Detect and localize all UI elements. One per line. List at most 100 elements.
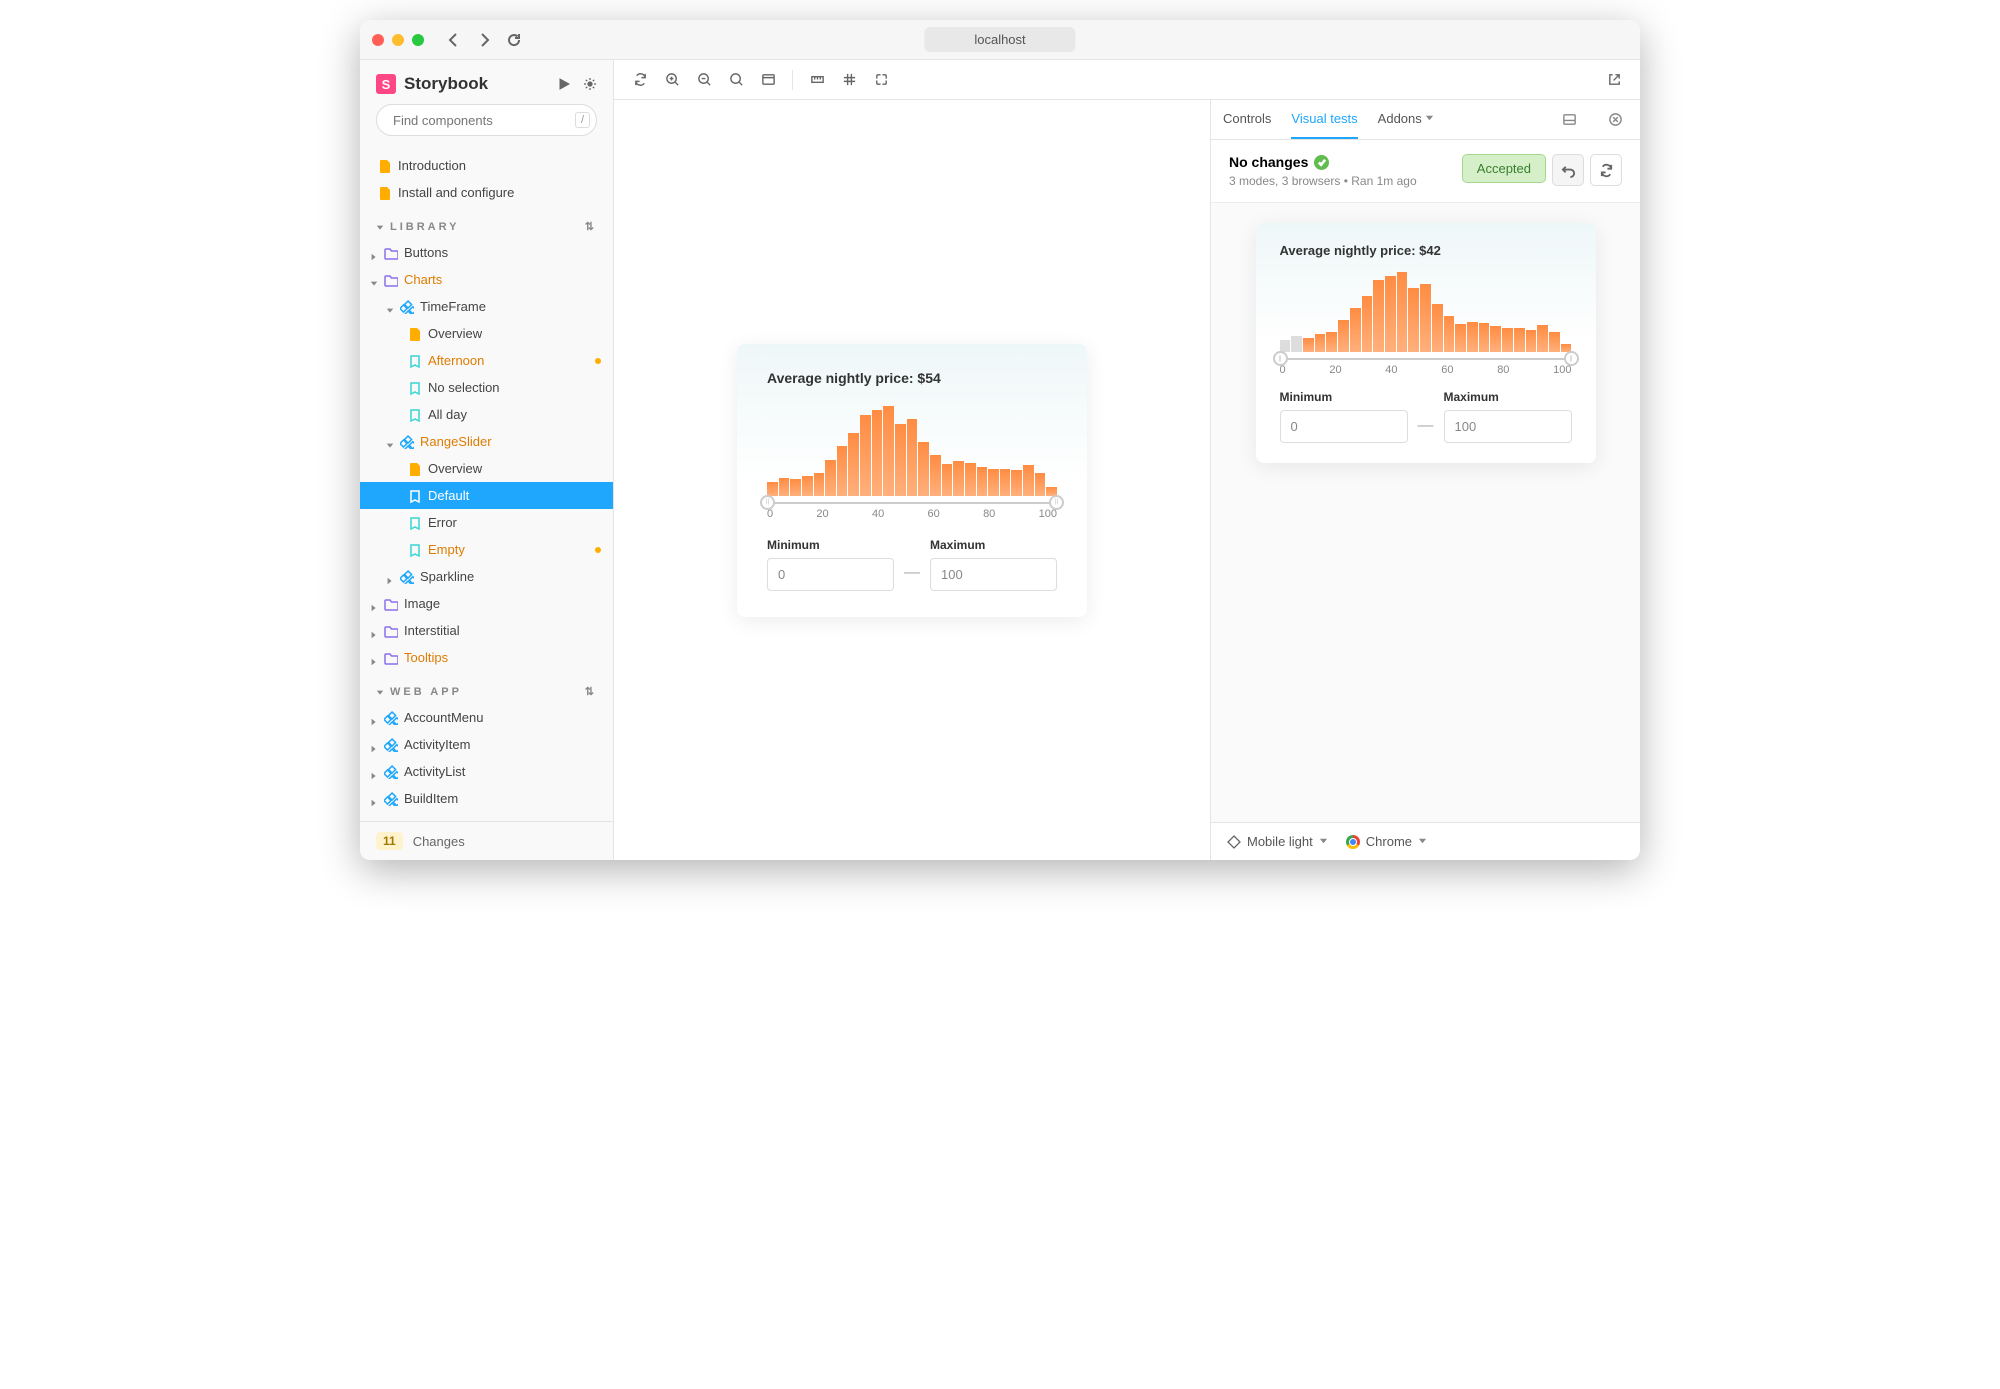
rerun-button[interactable] [1590,154,1622,186]
histogram-bar [1502,328,1513,352]
chevron-down-icon [386,442,394,450]
max-label: Maximum [1444,390,1572,404]
zoom-in-icon[interactable] [658,66,686,94]
nav-tree: Introduction Install and configure LIBRA… [360,146,613,821]
sidebar-item-label: ActivityItem [404,737,470,752]
chevron-right-icon [370,604,378,612]
search-input[interactable] [393,113,569,128]
sidebar-item-sparkline[interactable]: Sparkline [360,563,613,590]
sidebar-item-tf-afternoon[interactable]: Afternoon [360,347,613,374]
sidebar-item-timeframe[interactable]: TimeFrame [360,293,613,320]
tab-controls[interactable]: Controls [1223,100,1271,139]
sidebar-item-charts[interactable]: Charts [360,266,613,293]
story-icon [408,381,422,395]
sidebar-item-label: No selection [428,380,500,395]
histogram-bar [802,476,813,496]
slider-track[interactable]: || || [1280,358,1572,360]
zoom-reset-icon[interactable] [722,66,750,94]
chevron-down-icon [376,224,384,232]
viewport-icon[interactable] [754,66,782,94]
histogram-bar [872,410,883,496]
sidebar-item-rangeslider[interactable]: RangeSlider [360,428,613,455]
histogram-bar [790,479,801,495]
accepted-button[interactable]: Accepted [1462,154,1546,183]
slider-track[interactable]: || || [767,502,1057,504]
slider-handle-min[interactable]: || [1273,351,1288,366]
changes-count: 11 [376,832,403,850]
chevron-down-icon [370,280,378,288]
maximize-window[interactable] [412,34,424,46]
app-window: localhost Storybook / [360,20,1640,860]
zoom-out-icon[interactable] [690,66,718,94]
histogram-bar [1408,288,1419,352]
browser-nav [446,32,522,48]
chevron-right-icon [370,745,378,753]
close-panel-icon[interactable] [1602,107,1628,133]
sort-icon[interactable]: ⇅ [585,220,597,233]
sidebar-item-tf-overview[interactable]: Overview [360,320,613,347]
max-input[interactable] [1444,410,1572,443]
min-input[interactable] [1280,410,1408,443]
sidebar-item-activitylist[interactable]: ActivityList [360,758,613,785]
sidebar-item-rs-empty[interactable]: Empty [360,536,613,563]
sidebar-item-rs-default[interactable]: Default [360,482,613,509]
sidebar-item-accountmenu[interactable]: AccountMenu [360,704,613,731]
histogram-bar [1444,316,1455,352]
sidebar-item-builditem[interactable]: BuildItem [360,785,613,812]
close-window[interactable] [372,34,384,46]
sidebar-item-introduction[interactable]: Introduction [360,152,613,179]
slider-handle-min[interactable]: || [760,495,775,510]
sidebar-item-tf-noselection[interactable]: No selection [360,374,613,401]
minimize-window[interactable] [392,34,404,46]
sidebar-item-label: ActivityList [404,764,465,779]
url-bar[interactable]: localhost [924,27,1075,52]
rangeslider-card: Average nightly price: $54 || || 0204060… [737,344,1087,617]
histogram-bar [860,415,871,496]
histogram-bar [1326,332,1337,352]
sidebar-item-activityitem[interactable]: ActivityItem [360,731,613,758]
panel-bottom-icon[interactable] [1556,107,1582,133]
histogram-bar [1467,322,1478,352]
section-webapp[interactable]: WEB APP ⇅ [360,671,613,704]
slider-handle-max[interactable]: || [1564,351,1579,366]
sidebar-item-interstitial[interactable]: Interstitial [360,617,613,644]
canvas-toolbar [614,60,1640,100]
outline-icon[interactable] [867,66,895,94]
max-input[interactable] [930,558,1057,591]
sidebar-item-rs-error[interactable]: Error [360,509,613,536]
histogram-bar [1373,280,1384,352]
gear-icon[interactable] [583,77,597,91]
min-input[interactable] [767,558,894,591]
open-external-icon[interactable] [1600,66,1628,94]
range-dash: — [904,564,920,582]
mode-selector[interactable]: Mobile light [1227,834,1328,849]
min-label: Minimum [767,538,894,552]
play-icon[interactable] [557,77,571,91]
slider-handle-max[interactable]: || [1049,495,1064,510]
forward-icon[interactable] [476,32,492,48]
sync-icon[interactable] [626,66,654,94]
sidebar-item-buttons[interactable]: Buttons [360,239,613,266]
sidebar-item-tf-allday[interactable]: All day [360,401,613,428]
section-library[interactable]: LIBRARY ⇅ [360,206,613,239]
sort-icon[interactable]: ⇅ [585,685,597,698]
changes-bar[interactable]: 11 Changes [360,821,613,860]
sidebar-item-image[interactable]: Image [360,590,613,617]
sidebar-item-label: Afternoon [428,353,484,368]
tab-visual-tests[interactable]: Visual tests [1291,100,1357,139]
tab-addons[interactable]: Addons [1378,100,1434,139]
back-icon[interactable] [446,32,462,48]
ruler-icon[interactable] [803,66,831,94]
sidebar-item-label: Overview [428,326,482,341]
browser-selector[interactable]: Chrome [1346,834,1427,849]
search-input-wrap[interactable]: / [376,104,597,136]
histogram [767,406,1057,496]
sidebar-item-tooltips[interactable]: Tooltips [360,644,613,671]
sidebar-item-rs-overview[interactable]: Overview [360,455,613,482]
reload-icon[interactable] [506,32,522,48]
undo-button[interactable] [1552,154,1584,186]
sidebar-item-install[interactable]: Install and configure [360,179,613,206]
snapshot-card: Average nightly price: $42 || || 0204060… [1256,223,1596,463]
doc-icon [408,462,422,476]
grid-icon[interactable] [835,66,863,94]
